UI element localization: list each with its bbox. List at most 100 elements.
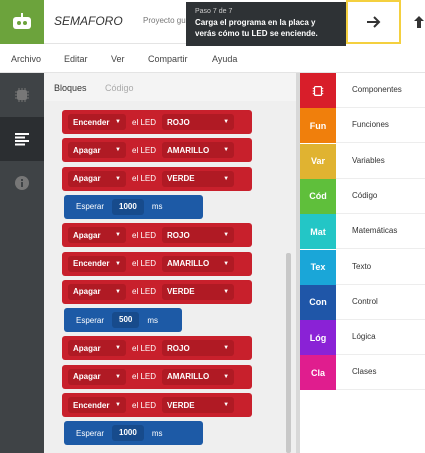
arrow-right-icon bbox=[366, 16, 380, 28]
led-label: el LED bbox=[132, 230, 157, 240]
color-dropdown[interactable]: VERDE ▼ bbox=[162, 283, 235, 300]
menu-ver[interactable]: Ver bbox=[111, 54, 125, 64]
wait-unit: ms bbox=[151, 202, 163, 212]
menu-archivo[interactable]: Archivo bbox=[11, 54, 41, 64]
tooltip-step: Paso 7 de 7 bbox=[195, 8, 233, 15]
upload-button[interactable] bbox=[401, 0, 425, 44]
led-block[interactable]: Apagar ▼ el LED AMARILLO ▼ bbox=[62, 138, 252, 163]
category-label: Componentes bbox=[352, 85, 402, 94]
toolbox-category-variables[interactable]: Var Variables bbox=[300, 143, 425, 179]
chip-icon bbox=[312, 85, 324, 96]
color-dropdown[interactable]: ROJO ▼ bbox=[162, 114, 235, 130]
action-dropdown[interactable]: Encender ▼ bbox=[68, 114, 126, 130]
category-chip bbox=[300, 73, 336, 108]
menu-compartir[interactable]: Compartir bbox=[148, 54, 188, 64]
color-dropdown[interactable]: VERDE ▼ bbox=[162, 170, 235, 187]
color-dropdown[interactable]: ROJO ▼ bbox=[162, 340, 235, 357]
color-value: VERDE bbox=[167, 400, 195, 410]
category-label: Clases bbox=[352, 367, 377, 377]
action-value: Encender bbox=[73, 117, 110, 127]
wait-label: Esperar bbox=[76, 315, 105, 325]
menu-bar: Archivo Editar Ver Compartir Ayuda bbox=[0, 45, 425, 73]
menu-ayuda[interactable]: Ayuda bbox=[212, 54, 237, 64]
action-value: Apagar bbox=[73, 145, 101, 155]
left-nav bbox=[0, 73, 44, 453]
action-dropdown[interactable]: Apagar ▼ bbox=[68, 283, 126, 300]
category-label: Funciones bbox=[352, 120, 389, 130]
wait-block[interactable]: Esperar 1000 ms bbox=[64, 194, 203, 219]
led-block[interactable]: Apagar ▼ el LED ROJO ▼ bbox=[62, 223, 252, 248]
project-title[interactable]: SEMAFORO bbox=[54, 14, 123, 28]
color-dropdown[interactable]: ROJO ▼ bbox=[162, 227, 235, 244]
led-block[interactable]: Apagar ▼ el LED VERDE ▼ bbox=[62, 166, 252, 191]
led-label: el LED bbox=[132, 259, 157, 268]
toolbox-category-lógica[interactable]: Lóg Lógica bbox=[300, 320, 425, 356]
color-dropdown[interactable]: AMARILLO ▼ bbox=[162, 368, 235, 385]
nav-hardware[interactable] bbox=[0, 73, 44, 117]
action-dropdown[interactable]: Apagar ▼ bbox=[68, 368, 126, 385]
led-block[interactable]: Apagar ▼ el LED ROJO ▼ bbox=[62, 336, 252, 361]
action-dropdown[interactable]: Apagar ▼ bbox=[68, 340, 126, 357]
robot-icon bbox=[13, 13, 31, 29]
action-dropdown[interactable]: Encender ▼ bbox=[68, 397, 126, 413]
color-value: ROJO bbox=[167, 117, 190, 127]
category-chip: Mat bbox=[300, 214, 336, 250]
chip-icon bbox=[15, 88, 29, 102]
category-label: Texto bbox=[352, 261, 372, 271]
color-value: AMARILLO bbox=[167, 372, 210, 382]
project-subtitle: Proyecto gu bbox=[143, 16, 186, 25]
bitbloq-logo[interactable] bbox=[0, 0, 44, 44]
category-chip: Con bbox=[300, 284, 336, 320]
wait-block[interactable]: Esperar 500 ms bbox=[64, 308, 182, 333]
toolbox-category-control[interactable]: Con Control bbox=[300, 284, 425, 320]
led-block[interactable]: Encender ▼ el LED ROJO ▼ bbox=[62, 110, 252, 134]
toolbox-category-componentes[interactable]: Componentes bbox=[300, 73, 425, 108]
led-block[interactable]: Apagar ▼ el LED VERDE ▼ bbox=[62, 279, 252, 304]
category-label: Variables bbox=[352, 155, 385, 165]
led-block[interactable]: Encender ▼ el LED VERDE ▼ bbox=[62, 393, 252, 417]
workspace-tabs: Bloques Código bbox=[44, 73, 300, 101]
menu-editar[interactable]: Editar bbox=[64, 54, 88, 64]
toolbox-category-clases[interactable]: Cla Clases bbox=[300, 355, 425, 391]
wait-label: Esperar bbox=[76, 428, 105, 438]
header: SEMAFORO Proyecto gu Paso 7 de 7 Carga e… bbox=[0, 0, 425, 46]
category-chip: Cód bbox=[300, 178, 336, 214]
tab-codigo[interactable]: Código bbox=[105, 83, 134, 93]
led-block[interactable]: Apagar ▼ el LED AMARILLO ▼ bbox=[62, 364, 252, 389]
toolbox-category-funciones[interactable]: Fun Funciones bbox=[300, 108, 425, 144]
toolbox-category-código[interactable]: Cód Código bbox=[300, 178, 425, 214]
wait-label: Esperar bbox=[76, 202, 105, 212]
action-dropdown[interactable]: Apagar ▼ bbox=[68, 227, 126, 244]
nav-software[interactable] bbox=[0, 117, 44, 161]
action-dropdown[interactable]: Apagar ▼ bbox=[68, 142, 126, 159]
action-value: Encender bbox=[73, 259, 110, 268]
category-chip: Lóg bbox=[300, 320, 336, 356]
category-chip: Tex bbox=[300, 249, 336, 285]
workspace-scrollbar[interactable] bbox=[286, 253, 291, 453]
action-dropdown[interactable]: Encender ▼ bbox=[68, 255, 126, 272]
color-dropdown[interactable]: VERDE ▼ bbox=[162, 397, 235, 413]
color-dropdown[interactable]: AMARILLO ▼ bbox=[162, 255, 235, 272]
color-dropdown[interactable]: AMARILLO ▼ bbox=[162, 142, 235, 159]
toolbox-category-texto[interactable]: Tex Texto bbox=[300, 249, 425, 285]
wait-value-input[interactable]: 500 bbox=[112, 312, 140, 329]
toolbox: Componentes Fun Funciones Var Variables Cód Có… bbox=[300, 73, 425, 453]
app-window: SEMAFORO Proyecto gu Paso 7 de 7 Carga e… bbox=[0, 0, 425, 453]
action-dropdown[interactable]: Apagar ▼ bbox=[68, 170, 126, 187]
led-label: el LED bbox=[132, 174, 157, 184]
nav-info[interactable] bbox=[0, 161, 44, 205]
led-label: el LED bbox=[132, 145, 157, 155]
toolbox-category-matemáticas[interactable]: Mat Matemáticas bbox=[300, 214, 425, 250]
action-value: Apagar bbox=[73, 372, 101, 382]
next-step-button[interactable] bbox=[346, 0, 401, 44]
led-label: el LED bbox=[132, 287, 157, 297]
wait-block[interactable]: Esperar 1000 ms bbox=[64, 421, 203, 446]
color-value: AMARILLO bbox=[167, 145, 210, 155]
info-icon bbox=[15, 176, 29, 190]
tab-bloques[interactable]: Bloques bbox=[54, 83, 87, 93]
wait-value-input[interactable]: 1000 bbox=[112, 425, 144, 442]
wait-unit: ms bbox=[147, 315, 159, 325]
wait-value-input[interactable]: 1000 bbox=[112, 198, 144, 215]
color-value: AMARILLO bbox=[167, 259, 210, 268]
led-block[interactable]: Encender ▼ el LED AMARILLO ▼ bbox=[62, 251, 252, 276]
